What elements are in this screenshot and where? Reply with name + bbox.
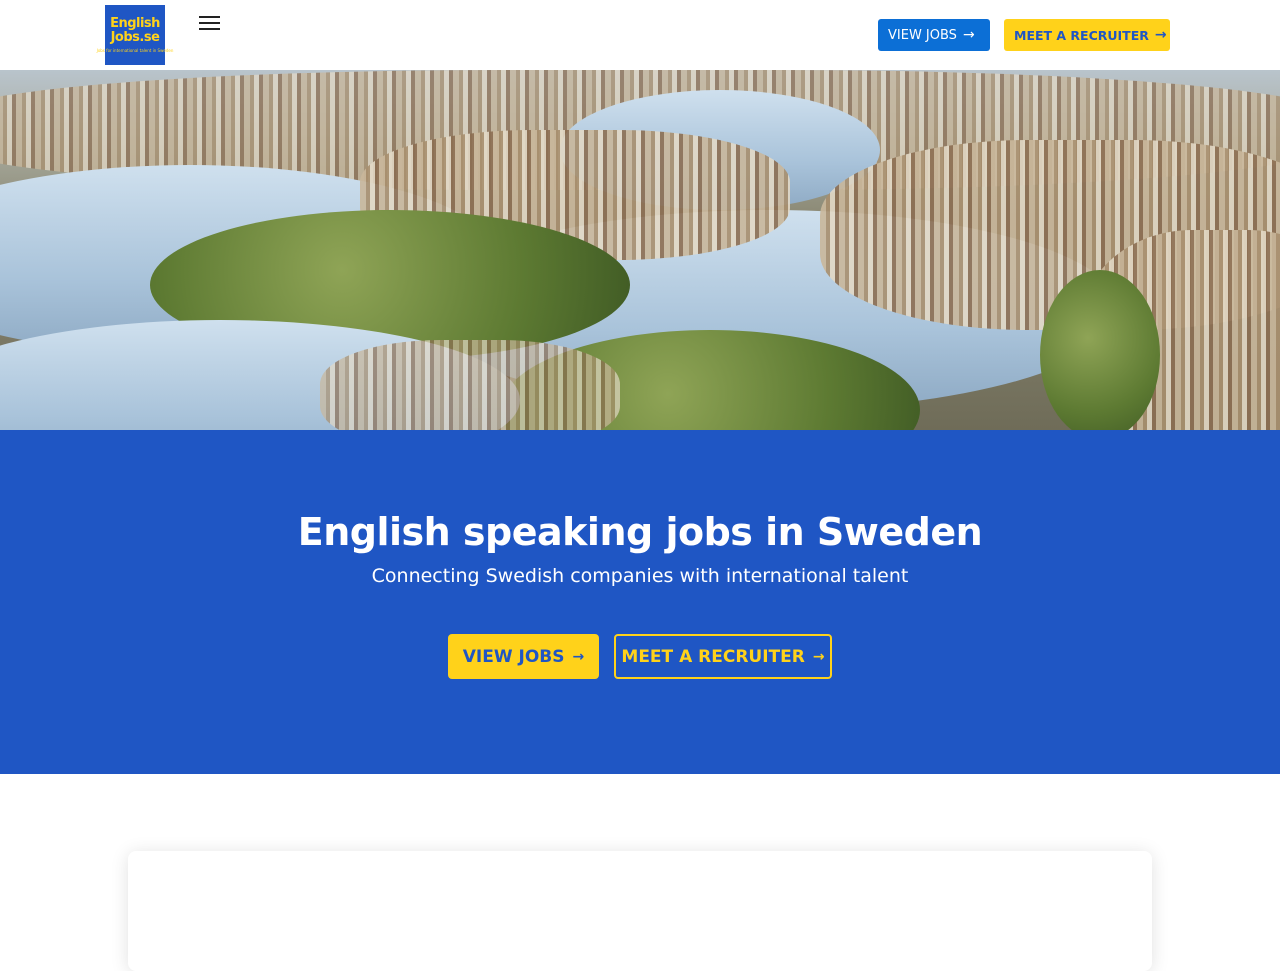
content-card (128, 851, 1152, 971)
header-meet-recruiter-label: MEET A RECRUITER (1014, 27, 1149, 43)
arrow-right-icon: → (1154, 27, 1167, 43)
banner-view-jobs-label: VIEW JOBS (462, 646, 565, 667)
banner-view-jobs-button[interactable]: VIEW JOBS → (448, 634, 599, 679)
page-title: English speaking jobs in Sweden (297, 510, 983, 554)
arrow-right-icon: → (812, 648, 825, 665)
site-header: English Jobs.se Jobs for international t… (0, 0, 1280, 70)
logo-tagline: Jobs for international talent in Sweden (96, 47, 174, 53)
logo-text-line1: English (110, 15, 160, 31)
logo-text-line2: Jobs.se (110, 29, 160, 45)
hero-banner: English speaking jobs in Sweden Connecti… (0, 430, 1280, 774)
arrow-right-icon: → (962, 27, 975, 43)
header-view-jobs-label: VIEW JOBS (888, 27, 957, 43)
site-logo[interactable]: English Jobs.se Jobs for international t… (97, 5, 173, 65)
header-view-jobs-button[interactable]: VIEW JOBS → (878, 19, 990, 51)
page-subtitle: Connecting Swedish companies with intern… (371, 565, 909, 587)
arrow-right-icon: → (572, 648, 585, 665)
hero-city-image (0, 70, 1280, 430)
hamburger-menu-icon[interactable] (199, 13, 223, 33)
header-meet-recruiter-button[interactable]: MEET A RECRUITER → (1004, 19, 1170, 51)
banner-meet-recruiter-button[interactable]: MEET A RECRUITER → (614, 634, 832, 679)
banner-meet-recruiter-label: MEET A RECRUITER (621, 646, 805, 667)
